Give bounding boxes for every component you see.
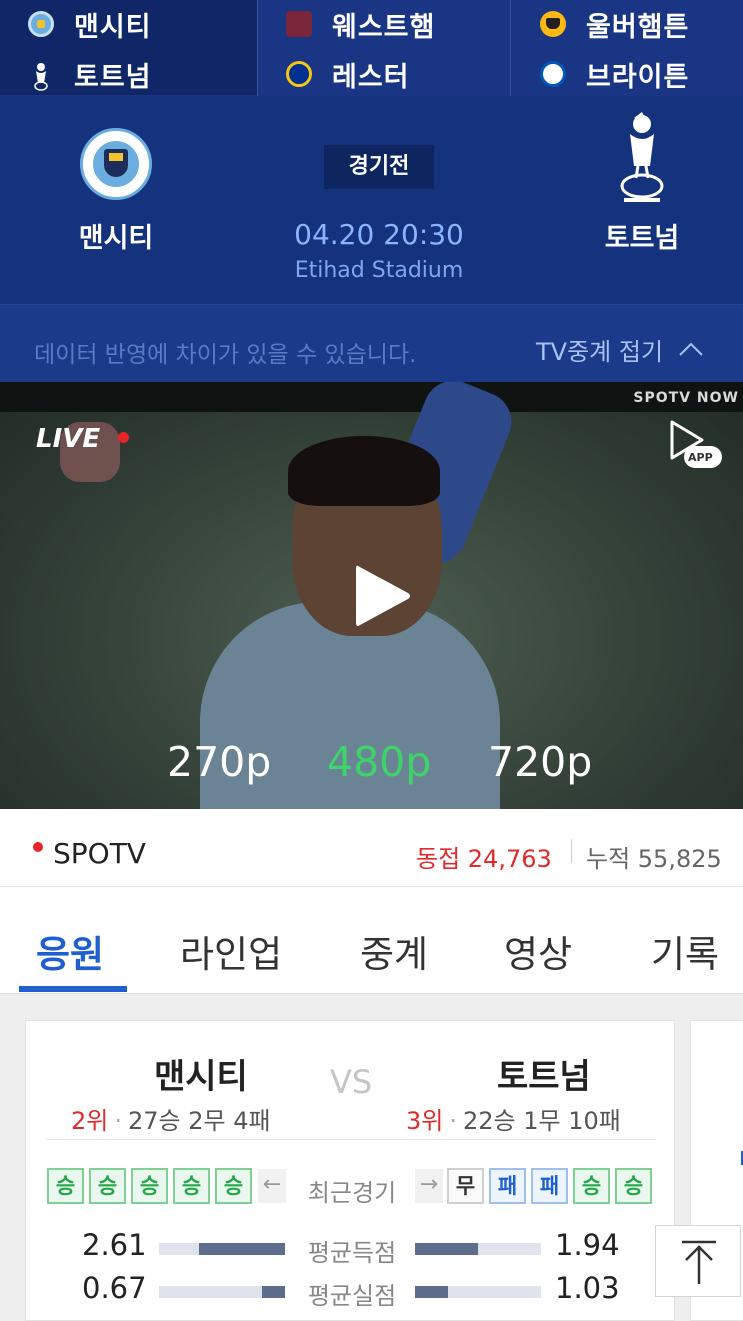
app-label: APP	[688, 451, 713, 464]
recent-games-label: 최근경기	[307, 1179, 397, 1207]
away-wdl: 22승 1무 10패	[463, 1107, 621, 1135]
avg-goals-label: 평균득점	[307, 1239, 397, 1267]
home-form-result: 승	[215, 1168, 252, 1204]
broadcaster-watermark: SPOTV NOW	[633, 390, 739, 406]
match-status-badge: 경기전	[324, 145, 434, 189]
broadcast-info: SPOTV 동접 24,763 누적 55,825	[0, 809, 743, 887]
away-form-result: 승	[573, 1168, 610, 1204]
avg-conceded-label: 평균실점	[307, 1282, 397, 1310]
home-rank: 2위	[71, 1107, 109, 1135]
live-dot-icon	[118, 432, 129, 443]
strip-match-2[interactable]: 웨스트햄 레스터	[258, 0, 510, 96]
strip-home-team: 울버햄튼	[586, 11, 690, 43]
strip-home-team: 웨스트햄	[332, 11, 436, 43]
card-home-team: 맨시티	[154, 1057, 248, 1097]
home-record: 2위 · 27승 2무 4패	[71, 1107, 271, 1135]
away-avg-conceded-bar	[415, 1286, 541, 1298]
man-city-crest-icon	[28, 11, 54, 37]
quality-720p-button[interactable]: 720p	[488, 738, 592, 786]
tottenham-crest-icon	[28, 61, 54, 91]
active-tab-indicator	[19, 986, 127, 992]
arrow-up-icon	[682, 1240, 716, 1284]
away-avg-goals: 1.94	[555, 1228, 620, 1262]
tv-collapse-button[interactable]: TV중계 접기	[536, 325, 705, 373]
away-avg-goals-bar	[415, 1243, 541, 1255]
home-form-result: 승	[131, 1168, 168, 1204]
away-form-result: 패	[489, 1168, 526, 1204]
match-venue: Etihad Stadium	[294, 258, 464, 283]
home-avg-conceded-bar	[159, 1286, 285, 1298]
tab-lineup[interactable]: 라인업	[180, 924, 282, 978]
arrow-right-icon: →	[415, 1169, 443, 1203]
tab-records[interactable]: 기록	[651, 924, 719, 978]
home-avg-goals-bar	[159, 1243, 285, 1255]
away-form-result: 승	[615, 1168, 652, 1204]
cumulative-viewers: 누적 55,825	[586, 845, 722, 873]
open-app-button[interactable]: APP	[666, 418, 726, 474]
quality-270p-button[interactable]: 270p	[167, 738, 271, 786]
play-icon[interactable]	[352, 562, 414, 630]
man-city-crest-icon	[80, 128, 152, 200]
scroll-to-top-button[interactable]	[655, 1225, 741, 1297]
away-team-name: 토트넘	[604, 223, 680, 254]
tab-cheer[interactable]: 응원	[36, 924, 104, 978]
arrow-left-icon: ←	[258, 1169, 286, 1203]
team-comparison-card: 맨시티 VS 토트넘 2위 · 27승 2무 4패 3위 · 22승 1무 10패 승 …	[25, 1020, 675, 1321]
away-form-result: 무	[447, 1168, 484, 1204]
vs-label: VS	[330, 1063, 373, 1101]
strip-away-team: 브라이튼	[586, 61, 690, 93]
card-away-team: 토트넘	[497, 1057, 591, 1097]
match-datetime: 04.20 20:30	[294, 218, 464, 251]
brighton-crest-icon	[540, 61, 566, 87]
channel-name: SPOTV	[53, 837, 146, 870]
play-app-icon	[670, 420, 722, 468]
home-avg-goals: 2.61	[82, 1228, 147, 1262]
home-avg-conceded: 0.67	[82, 1271, 147, 1305]
live-dot-icon	[33, 842, 43, 852]
strip-away-team: 토트넘	[74, 61, 152, 93]
cheer-content: 맨시티 VS 토트넘 2위 · 27승 2무 4패 3위 · 22승 1무 10패 승 …	[0, 994, 743, 1321]
wolves-crest-icon	[540, 11, 566, 37]
tv-collapse-label: TV중계 접기	[536, 337, 664, 366]
leicester-crest-icon	[286, 61, 312, 87]
match-strip: 맨시티 토트넘 웨스트햄 레스터 울버햄튼 브라이튼	[0, 0, 743, 96]
home-form-result: 승	[89, 1168, 126, 1204]
away-avg-conceded: 1.03	[555, 1271, 620, 1305]
strip-match-1[interactable]: 맨시티 토트넘	[0, 0, 257, 95]
concurrent-viewers: 동접 24,763	[416, 845, 552, 873]
live-badge: LIVE	[36, 424, 101, 454]
video-player[interactable]: SPOTV NOW LIVE APP 270p 480p 720p	[0, 382, 743, 809]
notice-bar: 데이터 반영에 차이가 있을 수 있습니다. TV중계 접기	[0, 304, 743, 382]
tab-bar: 응원 라인업 중계 영상 기록	[0, 888, 743, 994]
west-ham-crest-icon	[286, 11, 312, 37]
home-wdl: 27승 2무 4패	[128, 1107, 271, 1135]
strip-match-3[interactable]: 울버햄튼 브라이튼	[512, 0, 743, 96]
home-form-result: 승	[173, 1168, 210, 1204]
tab-video[interactable]: 영상	[504, 924, 572, 978]
away-rank: 3위	[406, 1107, 444, 1135]
strip-away-team: 레스터	[332, 61, 410, 93]
tottenham-crest-icon	[604, 110, 680, 210]
tab-broadcast[interactable]: 중계	[360, 924, 428, 978]
data-disclaimer: 데이터 반영에 차이가 있을 수 있습니다.	[34, 342, 417, 368]
home-form-result: 승	[47, 1168, 84, 1204]
chevron-up-icon	[679, 342, 703, 356]
match-header: 맨시티 경기전 04.20 20:30 Etihad Stadium 토트넘	[0, 96, 743, 304]
quality-480p-button[interactable]: 480p	[327, 738, 431, 786]
away-record: 3위 · 22승 1무 10패	[406, 1107, 621, 1135]
home-team-name: 맨시티	[78, 223, 154, 254]
strip-home-team: 맨시티	[74, 11, 152, 43]
away-form-result: 패	[531, 1168, 568, 1204]
